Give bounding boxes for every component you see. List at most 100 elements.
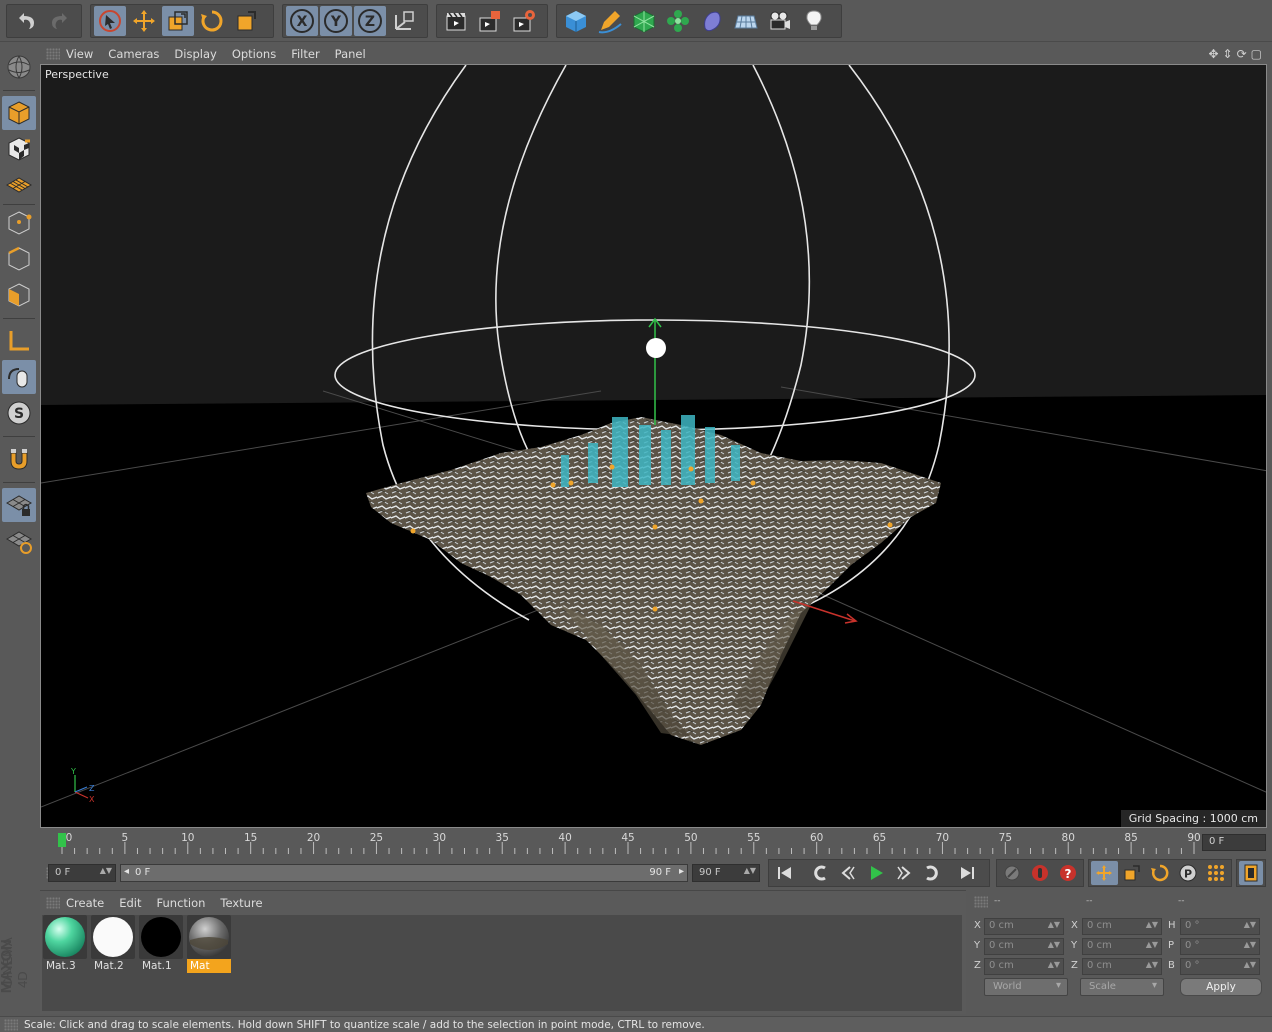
environment-sphere-icon — [189, 917, 229, 957]
menu-texture[interactable]: Texture — [220, 896, 262, 910]
menu-display[interactable]: Display — [174, 47, 216, 61]
record-active-objects-button[interactable] — [999, 861, 1026, 885]
edges-mode-button[interactable] — [2, 242, 36, 276]
keyframe-selection-button[interactable]: ? — [1054, 861, 1081, 885]
rotate-view-icon[interactable]: ⟳ — [1237, 47, 1247, 61]
material-item[interactable]: Mat — [187, 915, 231, 973]
add-camera-button[interactable] — [764, 6, 796, 36]
points-cube-icon — [8, 211, 32, 235]
previous-key-button[interactable] — [806, 861, 833, 885]
polygons-mode-button[interactable] — [2, 278, 36, 312]
rotation-key-button[interactable] — [1147, 861, 1174, 885]
pos-x-field[interactable]: 0 cm ▲▼ — [984, 918, 1064, 935]
go-to-start-button[interactable] — [771, 861, 798, 885]
add-light-button[interactable] — [798, 6, 830, 36]
menu-view[interactable]: View — [66, 47, 93, 61]
rot-h-field[interactable]: 0 ° ▲▼ — [1180, 918, 1260, 935]
y-axis-lock-button[interactable]: Y — [320, 6, 352, 36]
size-mode-dropdown[interactable]: Scale — [1080, 978, 1164, 996]
current-frame-field[interactable]: 0 F — [1202, 834, 1266, 851]
locked-workplane-button[interactable] — [2, 488, 36, 522]
range-left-arrow-icon[interactable]: ◂ — [124, 866, 129, 877]
enable-snap-button[interactable] — [2, 442, 36, 476]
material-item[interactable]: Mat.2 — [91, 915, 135, 973]
make-editable-button[interactable] — [2, 50, 36, 84]
start-frame-field[interactable]: 0 F ▲▼ — [48, 864, 116, 882]
open-timeline-button[interactable] — [1239, 861, 1263, 885]
preview-range-slider[interactable]: ◂ 0 F 90 F ▸ — [120, 864, 688, 882]
pos-y-field[interactable]: 0 cm ▲▼ — [984, 938, 1064, 955]
move-tool-button[interactable] — [128, 6, 160, 36]
maximize-view-icon[interactable]: ▢ — [1251, 47, 1262, 61]
texture-mode-button[interactable] — [2, 132, 36, 166]
parameter-key-button[interactable]: P — [1174, 861, 1201, 885]
material-item[interactable]: Mat.3 — [43, 915, 87, 973]
menu-options[interactable]: Options — [232, 47, 276, 61]
position-key-button[interactable] — [1091, 861, 1118, 885]
rot-b-field[interactable]: 0 ° ▲▼ — [1180, 958, 1260, 975]
add-subdivision-button[interactable] — [628, 6, 660, 36]
snap-mode-button[interactable]: S — [2, 396, 36, 430]
menu-create[interactable]: Create — [66, 896, 104, 910]
add-deformer-button[interactable] — [696, 6, 728, 36]
point-level-key-button[interactable] — [1202, 861, 1229, 885]
scale-tool-button[interactable] — [162, 6, 194, 36]
redo-button[interactable] — [44, 6, 76, 36]
last-tool-button[interactable] — [230, 6, 262, 36]
size-y-field[interactable]: 0 cm ▲▼ — [1082, 938, 1162, 955]
render-view-button[interactable] — [440, 6, 472, 36]
live-selection-button[interactable] — [94, 6, 126, 36]
undo-button[interactable] — [10, 6, 42, 36]
autokeying-button[interactable] — [1027, 861, 1054, 885]
scale-key-button[interactable] — [1119, 861, 1146, 885]
add-cloner-button[interactable] — [662, 6, 694, 36]
drag-grip-icon[interactable] — [46, 897, 60, 909]
pos-y-value: 0 cm — [989, 940, 1014, 951]
coordinate-mode-dropdown[interactable]: World — [984, 978, 1068, 996]
go-to-end-button[interactable] — [953, 861, 980, 885]
play-button[interactable] — [862, 861, 889, 885]
end-frame-field[interactable]: 90 F ▲▼ — [692, 864, 760, 882]
menu-filter[interactable]: Filter — [291, 47, 319, 61]
menu-edit[interactable]: Edit — [119, 896, 141, 910]
workplane-mode-button[interactable] — [2, 168, 36, 202]
next-key-icon — [925, 865, 938, 881]
add-floor-button[interactable] — [730, 6, 762, 36]
drag-grip-icon[interactable] — [46, 48, 60, 60]
render-to-picture-viewer-button[interactable] — [474, 6, 506, 36]
planar-workplane-button[interactable] — [2, 524, 36, 558]
rotate-tool-button[interactable] — [196, 6, 228, 36]
apply-button[interactable]: Apply — [1180, 978, 1262, 996]
material-item[interactable]: Mat.1 — [139, 915, 183, 973]
render-settings-button[interactable] — [508, 6, 540, 36]
timeline-ruler[interactable]: 0 5 10 15 20 25 30 35 40 45 50 55 60 65 70 75 80 85 90 0 F — [40, 830, 1268, 856]
cursor-selection-icon — [99, 10, 121, 32]
drag-grip-icon[interactable] — [974, 896, 988, 908]
viewport-camera-label[interactable]: Perspective — [45, 68, 109, 81]
points-mode-button[interactable] — [2, 206, 36, 240]
previous-frame-button[interactable] — [834, 861, 861, 885]
range-right-arrow-icon[interactable]: ▸ — [679, 866, 684, 877]
pos-z-field[interactable]: 0 cm ▲▼ — [984, 958, 1064, 975]
add-cube-button[interactable] — [560, 6, 592, 36]
z-axis-lock-button[interactable]: Z — [354, 6, 386, 36]
rot-p-field[interactable]: 0 ° ▲▼ — [1180, 938, 1260, 955]
drag-grip-icon[interactable] — [4, 1018, 18, 1031]
next-frame-button[interactable] — [890, 861, 917, 885]
menu-function[interactable]: Function — [157, 896, 206, 910]
x-axis-lock-button[interactable]: X — [286, 6, 318, 36]
scene-canvas[interactable]: Y Z X — [41, 65, 1267, 828]
menu-cameras[interactable]: Cameras — [108, 47, 159, 61]
perspective-viewport[interactable]: Y Z X Perspective Grid Spacing : 1000 cm — [40, 64, 1267, 828]
size-z-field[interactable]: 0 cm ▲▼ — [1082, 958, 1162, 975]
size-x-field[interactable]: 0 cm ▲▼ — [1082, 918, 1162, 935]
axis-mode-button[interactable] — [2, 324, 36, 358]
model-mode-button[interactable] — [2, 96, 36, 130]
dolly-view-icon[interactable]: ⇕ — [1223, 47, 1233, 61]
add-spline-pen-button[interactable] — [594, 6, 626, 36]
pan-view-icon[interactable]: ✥ — [1208, 47, 1218, 61]
menu-panel[interactable]: Panel — [335, 47, 366, 61]
next-key-button[interactable] — [918, 861, 945, 885]
coordinate-system-button[interactable] — [388, 6, 420, 36]
tweak-mode-button[interactable] — [2, 360, 36, 394]
